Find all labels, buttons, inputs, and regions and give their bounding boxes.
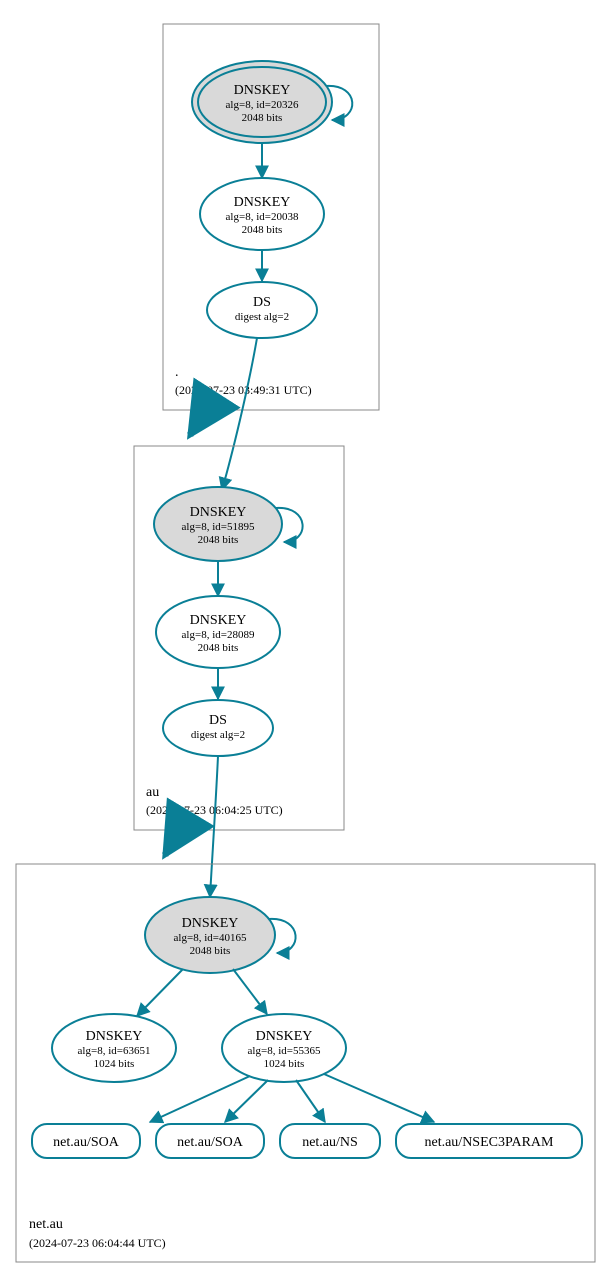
node-netau-zsk2-alg: alg=8, id=55365 <box>248 1045 321 1057</box>
node-au-ds: DS digest alg=2 <box>163 700 273 756</box>
edge-netau-ksk-to-zsk2 <box>233 969 267 1014</box>
node-au-ds-title: DS <box>209 713 227 728</box>
rrset-soa2: net.au/SOA <box>156 1124 264 1158</box>
node-root-ds: DS digest alg=2 <box>207 282 317 338</box>
node-netau-zsk1-bits: 1024 bits <box>94 1058 135 1070</box>
node-root-ksk-title: DNSKEY <box>234 83 291 98</box>
edge-netau-zsk2-to-nsec3 <box>324 1074 434 1122</box>
node-au-zsk-alg: alg=8, id=28089 <box>182 629 255 641</box>
edge-netau-ksk-to-zsk1 <box>137 969 183 1016</box>
rrset-soa1: net.au/SOA <box>32 1124 140 1158</box>
edge-root-ds-to-au-ksk <box>222 338 257 490</box>
edge-netau-zsk2-to-soa1 <box>150 1076 250 1122</box>
node-root-zsk-title: DNSKEY <box>234 195 291 210</box>
node-au-ksk-bits: 2048 bits <box>198 534 239 546</box>
node-netau-zsk1-alg: alg=8, id=63651 <box>78 1045 151 1057</box>
zone-root-name: . <box>175 365 179 380</box>
node-root-ksk-bits: 2048 bits <box>242 112 283 124</box>
zone-root-timestamp: (2024-07-23 03:49:31 UTC) <box>175 383 312 397</box>
node-root-ds-title: DS <box>253 295 271 310</box>
rrset-ns-label: net.au/NS <box>302 1135 358 1150</box>
node-netau-zsk2: DNSKEY alg=8, id=55365 1024 bits <box>222 1014 346 1082</box>
edge-au-ds-to-netau-ksk <box>210 756 218 897</box>
node-netau-zsk2-bits: 1024 bits <box>264 1058 305 1070</box>
edge-delegation-root-to-au <box>190 410 206 435</box>
dnssec-graph: . (2024-07-23 03:49:31 UTC) DNSKEY alg=8… <box>0 0 611 1278</box>
node-netau-ksk-alg: alg=8, id=40165 <box>174 932 247 944</box>
node-netau-zsk1-title: DNSKEY <box>86 1029 143 1044</box>
node-netau-ksk-bits: 2048 bits <box>190 945 231 957</box>
node-netau-zsk2-title: DNSKEY <box>256 1029 313 1044</box>
edge-netau-zsk2-to-soa2 <box>225 1080 268 1122</box>
rrset-nsec3-label: net.au/NSEC3PARAM <box>424 1135 554 1150</box>
node-au-ds-alg: digest alg=2 <box>191 729 245 741</box>
node-root-zsk-alg: alg=8, id=20038 <box>226 211 299 223</box>
node-au-zsk-title: DNSKEY <box>190 613 247 628</box>
zone-au-name: au <box>146 785 159 800</box>
rrset-soa2-label: net.au/SOA <box>177 1135 244 1150</box>
node-root-ds-alg: digest alg=2 <box>235 311 289 323</box>
node-au-ksk-title: DNSKEY <box>190 505 247 520</box>
node-netau-ksk-title: DNSKEY <box>182 916 239 931</box>
node-au-ksk: DNSKEY alg=8, id=51895 2048 bits <box>154 487 282 561</box>
zone-netau-timestamp: (2024-07-23 06:04:44 UTC) <box>29 1236 166 1250</box>
rrset-soa1-label: net.au/SOA <box>53 1135 120 1150</box>
node-root-ksk-alg: alg=8, id=20326 <box>226 99 299 111</box>
node-root-zsk-bits: 2048 bits <box>242 224 283 236</box>
rrset-nsec3: net.au/NSEC3PARAM <box>396 1124 582 1158</box>
node-au-zsk: DNSKEY alg=8, id=28089 2048 bits <box>156 596 280 668</box>
zone-netau-name: net.au <box>29 1217 63 1232</box>
node-netau-ksk: DNSKEY alg=8, id=40165 2048 bits <box>145 897 275 973</box>
edge-netau-zsk2-to-ns <box>296 1080 325 1122</box>
node-netau-zsk1: DNSKEY alg=8, id=63651 1024 bits <box>52 1014 176 1082</box>
rrset-ns: net.au/NS <box>280 1124 380 1158</box>
edge-delegation-au-to-netau <box>165 830 180 855</box>
node-root-ksk: DNSKEY alg=8, id=20326 2048 bits <box>192 61 332 143</box>
node-au-ksk-alg: alg=8, id=51895 <box>182 521 255 533</box>
node-au-zsk-bits: 2048 bits <box>198 642 239 654</box>
node-root-zsk: DNSKEY alg=8, id=20038 2048 bits <box>200 178 324 250</box>
